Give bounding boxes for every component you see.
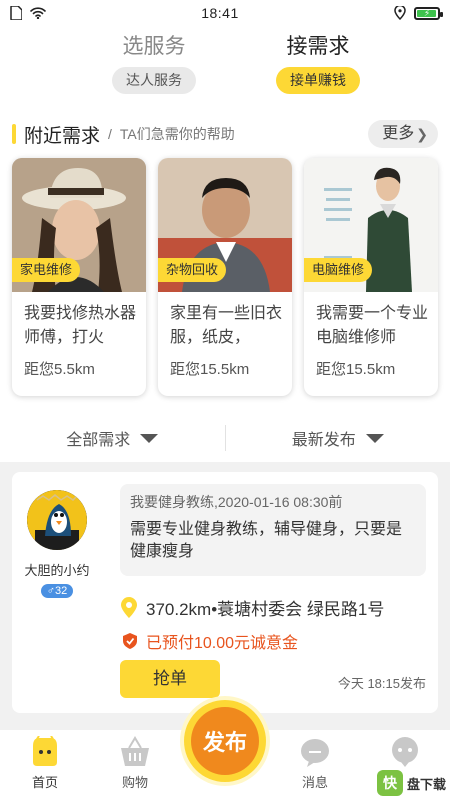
location-icon <box>394 6 406 20</box>
card-description: 我需要一个专业电脑维修师 <box>316 305 429 346</box>
location-text: 370.2km•蓑塘村委会 绿民路1号 <box>146 600 385 619</box>
filter-bar: 全部需求 最新发布 <box>0 408 450 468</box>
demand-card[interactable]: 杂物回收 家里有一些旧衣服，纸皮， 距您15.5km <box>158 158 292 396</box>
grab-order-button[interactable]: 抢单 <box>120 660 220 698</box>
filter-all-demands[interactable]: 全部需求 <box>0 426 225 450</box>
demand-body: 需要专业健身教练，辅导健身，只要是健康瘦身 <box>130 521 403 560</box>
requester-photo: 家电维修 <box>12 158 146 292</box>
nav-home[interactable]: 首页 <box>0 730 90 800</box>
demand-meta: 我要健身教练,2020-01-16 08:30前 <box>130 494 343 510</box>
more-label: 更多 <box>382 125 415 142</box>
battery-icon: ⚡ <box>413 6 443 20</box>
publish-button[interactable]: 发布 <box>184 700 266 782</box>
gender-age-badge: ♂32 <box>40 584 74 598</box>
dropdown-arrow-icon <box>365 433 384 443</box>
nav-messages[interactable]: 消息 <box>270 730 360 800</box>
tab-take-demand[interactable]: 接需求 接单赚钱 <box>276 32 360 94</box>
nearby-title: 附近需求 <box>24 125 101 147</box>
card-distance: 距您15.5km <box>170 361 250 378</box>
filter-label: 全部需求 <box>66 432 131 449</box>
card-distance: 距您15.5km <box>316 361 396 378</box>
nearby-cards: 家电维修 我要找修热水器师傅，打火 距您5.5km 杂物回收 家里有一些旧衣服，… <box>0 148 450 396</box>
requester-photo: 杂物回收 <box>158 158 292 292</box>
take-order-pill[interactable]: 接单赚钱 <box>276 67 360 94</box>
watermark: 快 盘下载 <box>376 770 446 796</box>
card-description: 我要找修热水器师傅，打火 <box>24 305 137 346</box>
demand-post[interactable]: 大胆的小约 ♂32 我要健身教练,2020-01-16 08:30前 需要专业健… <box>12 472 438 713</box>
location-pin-icon <box>121 596 137 618</box>
post-time: 今天 18:15发布 <box>337 676 426 691</box>
category-tag: 电脑维修 <box>304 258 373 282</box>
status-time: 18:41 <box>201 5 239 21</box>
tab-title: 接需求 <box>286 35 350 58</box>
chevron-right-icon: ❯ <box>416 126 428 142</box>
card-description: 家里有一些旧衣服，纸皮， <box>170 305 283 346</box>
status-bar: 18:41 ⚡ <box>0 0 450 26</box>
filter-latest[interactable]: 最新发布 <box>226 426 450 450</box>
deposit-text: 已预付10.00元诚意金 <box>146 635 299 652</box>
card-distance: 距您5.5km <box>24 361 95 378</box>
message-bubble-icon <box>301 739 329 767</box>
expert-service-pill[interactable]: 达人服务 <box>112 67 196 94</box>
profile-face-icon <box>392 737 418 767</box>
location-row: 370.2km•蓑塘村委会 绿民路1号 <box>120 595 384 620</box>
watermark-logo: 快 <box>376 770 403 796</box>
more-button[interactable]: 更多 ❯ <box>368 120 438 148</box>
dropdown-arrow-icon <box>140 433 159 443</box>
shopping-basket-icon <box>121 736 149 766</box>
top-tabs: 选服务 达人服务 接需求 接单赚钱 <box>0 26 450 94</box>
publish-label: 发布 <box>191 707 259 775</box>
status-right: ⚡ <box>394 6 443 20</box>
nav-label: 首页 <box>31 775 58 790</box>
nearby-header: 附近需求 / TA们急需你的帮助 更多 ❯ <box>0 94 450 148</box>
requester-photo: 电脑维修 <box>304 158 438 292</box>
charging-bolt-icon: ⚡ <box>423 7 431 18</box>
wifi-icon <box>30 7 46 19</box>
section-accent-bar <box>12 124 16 144</box>
nav-label: 消息 <box>301 775 328 790</box>
penguin-avatar-icon <box>27 490 87 550</box>
category-tag: 杂物回收 <box>158 258 227 282</box>
nearby-separator: / <box>108 126 112 142</box>
nearby-subtitle: TA们急需你的帮助 <box>119 126 235 142</box>
nav-label: 购物 <box>121 775 148 790</box>
tab-title: 选服务 <box>122 35 186 58</box>
status-left <box>10 6 46 20</box>
post-user[interactable]: 大胆的小约 ♂32 <box>22 490 92 598</box>
sim-icon <box>10 6 22 20</box>
deposit-row: 已预付10.00元诚意金 <box>122 629 298 653</box>
filter-label: 最新发布 <box>291 432 356 449</box>
shield-icon <box>123 633 137 649</box>
demand-card[interactable]: 家电维修 我要找修热水器师傅，打火 距您5.5km <box>12 158 146 396</box>
username: 大胆的小约 <box>24 563 90 578</box>
home-face-icon <box>33 736 57 766</box>
avatar[interactable] <box>27 490 87 550</box>
tab-select-service[interactable]: 选服务 达人服务 <box>112 32 196 94</box>
demand-feed: 大胆的小约 ♂32 我要健身教练,2020-01-16 08:30前 需要专业健… <box>0 462 450 732</box>
demand-card[interactable]: 电脑维修 我需要一个专业电脑维修师 距您15.5km <box>304 158 438 396</box>
nav-shop[interactable]: 购物 <box>90 730 180 800</box>
watermark-text: 盘下载 <box>406 776 446 792</box>
demand-bubble[interactable]: 我要健身教练,2020-01-16 08:30前 需要专业健身教练，辅导健身，只… <box>120 484 426 576</box>
category-tag: 家电维修 <box>12 258 81 282</box>
